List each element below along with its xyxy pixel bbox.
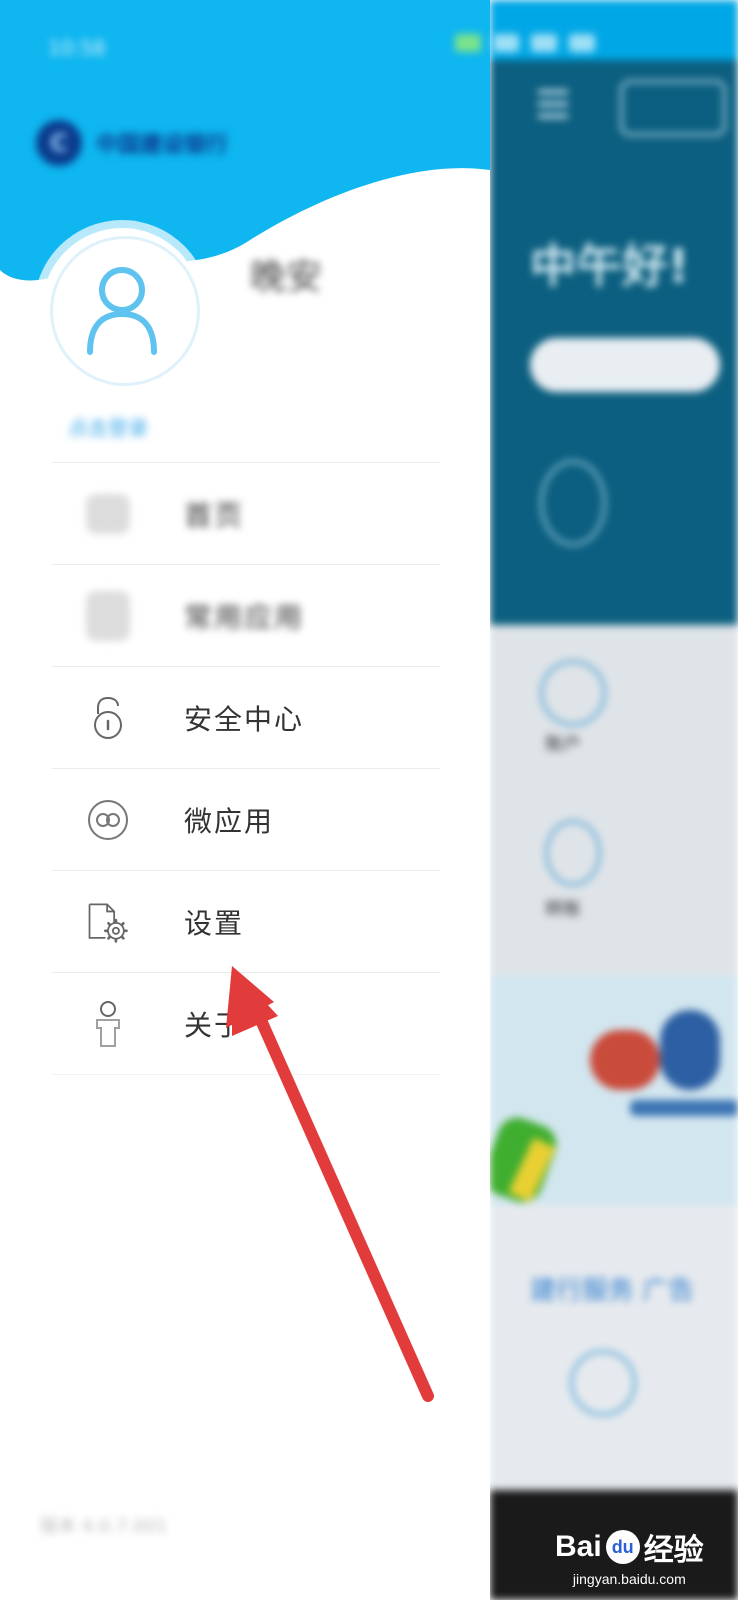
watermark-url: jingyan.baidu.com [572,1571,686,1587]
baidu-watermark: Bai du 经验 jingyan.baidu.com [555,1525,704,1587]
paw-icon: du [605,1530,640,1564]
annotation-arrow [226,966,434,1402]
watermark-brand-right: 经验 [643,1534,704,1567]
watermark-brand-left: Bai [555,1530,602,1563]
